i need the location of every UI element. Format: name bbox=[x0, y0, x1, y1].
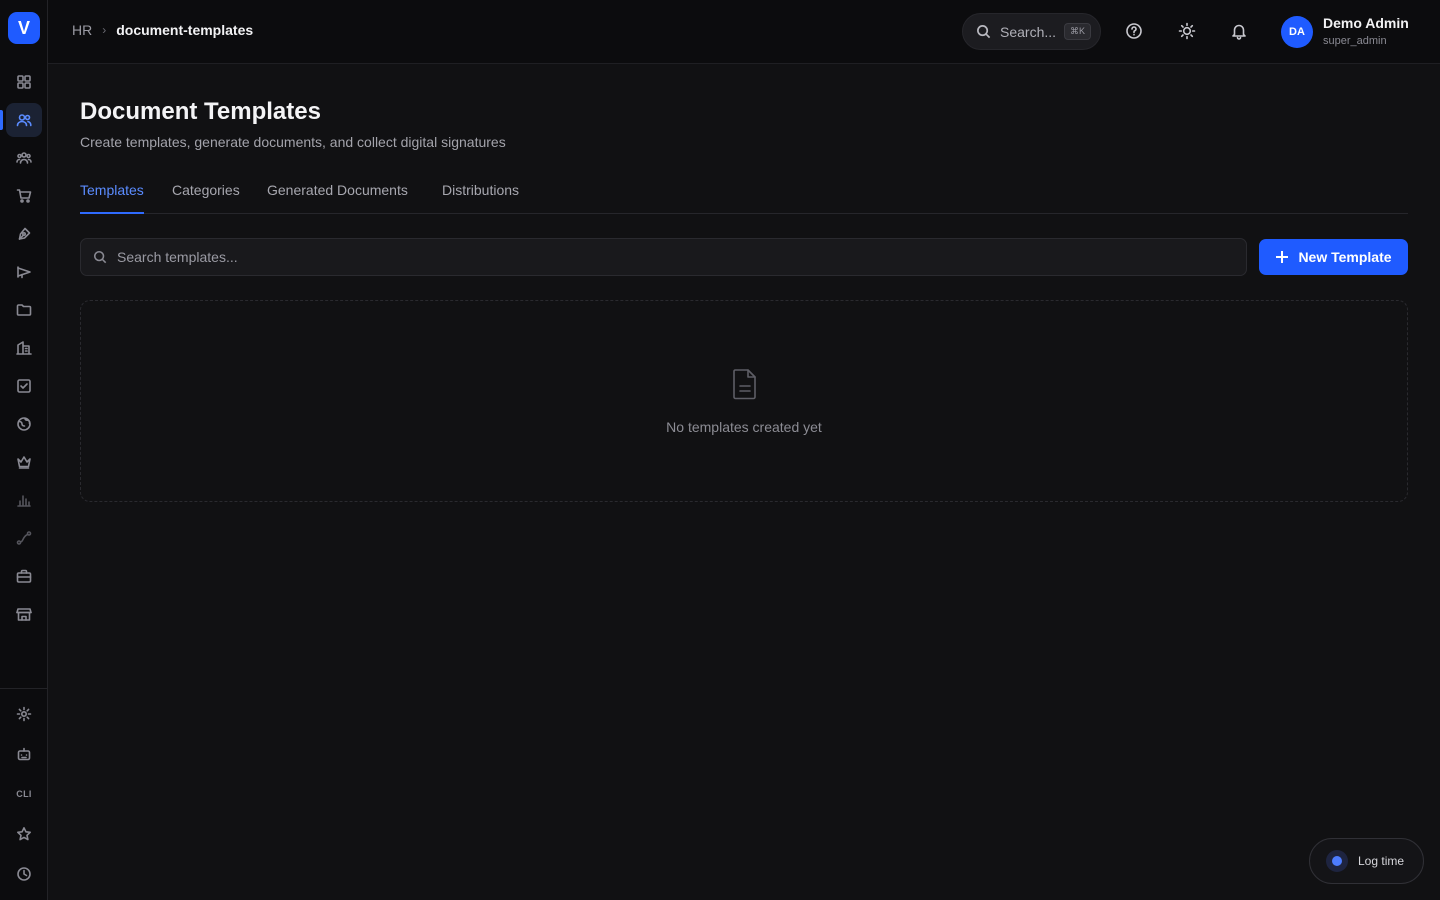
gear-icon bbox=[16, 706, 32, 722]
sidebar-item-store[interactable] bbox=[6, 597, 42, 631]
folder-icon bbox=[16, 304, 32, 316]
sidebar-item-company[interactable] bbox=[6, 331, 42, 365]
sidebar-divider bbox=[0, 688, 48, 689]
sidebar-item-settings[interactable] bbox=[6, 697, 42, 731]
sidebar-item-cli[interactable]: CLI bbox=[6, 777, 42, 811]
globe-icon bbox=[17, 417, 31, 431]
tab-bar: Templates Categories Generated Documents… bbox=[80, 182, 1408, 214]
route-icon bbox=[16, 531, 32, 545]
checkbox-icon bbox=[17, 379, 31, 393]
avatar[interactable]: DA bbox=[1281, 16, 1313, 48]
sun-icon bbox=[1178, 22, 1196, 40]
empty-state: No templates created yet bbox=[80, 300, 1408, 502]
help-button[interactable] bbox=[1123, 20, 1145, 42]
sidebar-item-team[interactable] bbox=[6, 141, 42, 175]
page-title: Document Templates bbox=[80, 98, 321, 125]
search-shortcut-badge: ⌘K bbox=[1064, 23, 1092, 40]
sidebar-item-routes[interactable] bbox=[6, 521, 42, 555]
search-icon bbox=[977, 25, 991, 39]
page-subtitle: Create templates, generate documents, an… bbox=[80, 134, 506, 150]
plus-icon bbox=[1276, 251, 1289, 263]
team-icon bbox=[16, 152, 32, 164]
chevron-right-icon: › bbox=[102, 23, 107, 37]
template-search bbox=[80, 238, 1247, 276]
global-search-label: Search... bbox=[1000, 23, 1057, 40]
sidebar-item-premium[interactable] bbox=[6, 445, 42, 479]
bar-chart-icon bbox=[17, 495, 31, 507]
crown-icon bbox=[17, 456, 31, 469]
sidebar-item-history[interactable] bbox=[6, 857, 42, 891]
app-logo[interactable]: V bbox=[8, 12, 40, 44]
search-icon bbox=[93, 250, 107, 264]
sidebar-item-tasks[interactable] bbox=[6, 369, 42, 403]
sidebar-item-design[interactable] bbox=[6, 217, 42, 251]
theme-toggle-button[interactable] bbox=[1176, 20, 1198, 42]
app: V CLI HR › document-templates Search... … bbox=[0, 0, 1440, 900]
user-role: super_admin bbox=[1323, 35, 1387, 47]
notifications-button[interactable] bbox=[1228, 20, 1250, 42]
bell-icon bbox=[1232, 24, 1246, 40]
empty-state-message: No templates created yet bbox=[666, 419, 822, 435]
tab-generated-documents[interactable]: Generated Documents bbox=[267, 182, 408, 214]
template-search-input[interactable] bbox=[117, 239, 1246, 275]
top-header: HR › document-templates Search... ⌘K DA … bbox=[48, 0, 1440, 64]
global-search-button[interactable]: Search... ⌘K bbox=[962, 13, 1101, 50]
pen-tool-icon bbox=[18, 227, 31, 240]
breadcrumb: HR › document-templates bbox=[72, 22, 253, 38]
store-icon bbox=[16, 608, 32, 621]
help-icon bbox=[1126, 23, 1142, 39]
sidebar-item-jobs[interactable] bbox=[6, 559, 42, 593]
document-icon bbox=[729, 367, 761, 401]
briefcase-icon bbox=[16, 569, 32, 583]
main-content: Document Templates Create templates, gen… bbox=[48, 64, 1440, 900]
star-icon bbox=[17, 827, 31, 841]
clock-icon bbox=[17, 867, 31, 881]
logo-letter: V bbox=[17, 17, 30, 38]
user-name[interactable]: Demo Admin bbox=[1323, 15, 1409, 31]
new-template-label: New Template bbox=[1298, 249, 1392, 265]
timer-icon bbox=[1326, 850, 1348, 872]
breadcrumb-current: document-templates bbox=[116, 22, 254, 38]
sidebar-item-favorites[interactable] bbox=[6, 817, 42, 851]
tab-templates[interactable]: Templates bbox=[80, 182, 144, 214]
tab-categories[interactable]: Categories bbox=[172, 182, 240, 214]
megaphone-icon bbox=[17, 266, 31, 279]
sidebar-item-reports[interactable] bbox=[6, 483, 42, 517]
cart-icon bbox=[16, 189, 32, 203]
cli-label: CLI bbox=[16, 789, 32, 799]
sidebar: V CLI bbox=[0, 0, 48, 900]
sidebar-item-sales[interactable] bbox=[6, 179, 42, 213]
sidebar-item-dashboard[interactable] bbox=[6, 65, 42, 99]
log-time-label: Log time bbox=[1358, 854, 1405, 868]
users-icon bbox=[16, 114, 32, 127]
robot-icon bbox=[17, 747, 31, 761]
active-indicator bbox=[0, 110, 3, 130]
sidebar-item-global[interactable] bbox=[6, 407, 42, 441]
log-time-button[interactable]: Log time bbox=[1309, 838, 1424, 884]
building-icon bbox=[16, 341, 32, 355]
breadcrumb-root[interactable]: HR bbox=[72, 22, 92, 38]
sidebar-item-marketing[interactable] bbox=[6, 255, 42, 289]
sidebar-item-hr[interactable] bbox=[6, 103, 42, 137]
grid-icon bbox=[17, 75, 31, 89]
new-template-button[interactable]: New Template bbox=[1259, 239, 1408, 275]
sidebar-item-files[interactable] bbox=[6, 293, 42, 327]
sidebar-item-assistant[interactable] bbox=[6, 737, 42, 771]
tab-distributions[interactable]: Distributions bbox=[442, 182, 519, 214]
